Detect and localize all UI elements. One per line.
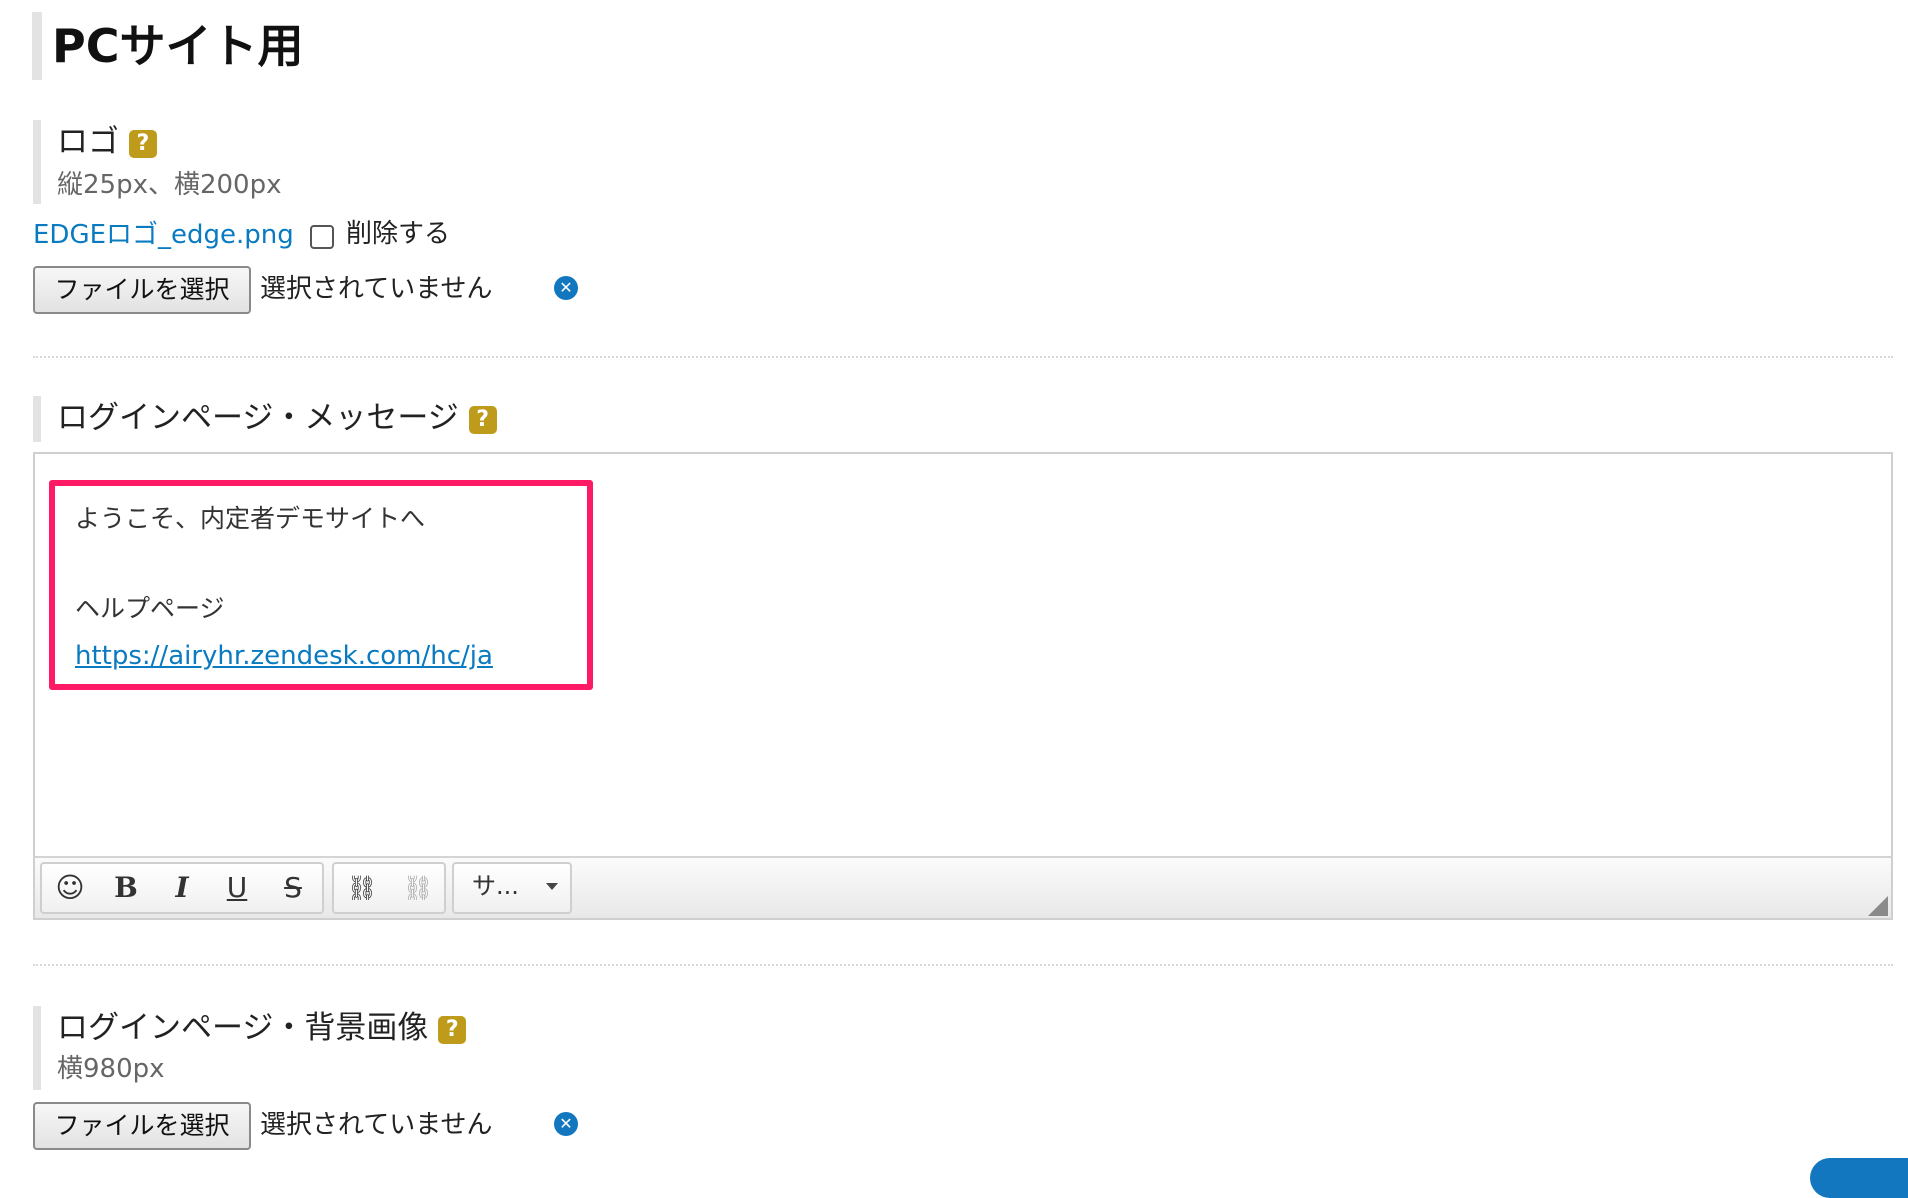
highlight-annotation-box [49,480,593,690]
message-section-heading: ログインページ・メッセージ ? [57,398,497,438]
background-section-title: ログインページ・背景画像 [57,1010,429,1046]
logo-section-heading: ロゴ ? [57,122,157,162]
help-icon[interactable]: ? [438,1015,467,1044]
title-accent-bar [32,12,42,80]
logo-choose-file-button[interactable]: ファイルを選択 [33,266,251,314]
link-icon[interactable]: ⛓ [340,866,384,910]
clear-background-icon[interactable]: ✕ [554,1112,578,1136]
message-section-bar [33,396,41,442]
emoji-icon[interactable]: ☺ [48,866,92,910]
bold-button[interactable]: B [104,866,148,910]
page-title: PCサイト用 [52,19,304,73]
background-choose-file-button[interactable]: ファイルを選択 [33,1102,251,1150]
background-section-heading: ログインページ・背景画像 ? [57,1008,467,1048]
background-size-note: 横980px [57,1054,165,1084]
logo-file-status: 選択されていません [260,274,493,304]
message-section-title: ログインページ・メッセージ [57,400,459,436]
delete-logo-label[interactable]: 削除する [346,217,450,251]
background-file-status: 選択されていません [260,1110,493,1140]
resize-handle-icon[interactable] [1868,896,1888,916]
underline-button[interactable]: U [215,866,259,910]
logo-section-bar [33,120,41,204]
partial-action-button[interactable] [1810,1158,1908,1198]
logo-section-title: ロゴ [57,124,119,160]
unlink-icon[interactable]: ⛓ [396,866,440,910]
help-icon[interactable]: ? [128,129,157,158]
help-icon[interactable]: ? [468,405,497,434]
logo-file-link[interactable]: EDGEロゴ_edge.png [33,218,294,252]
background-section-bar [33,1006,41,1090]
strikethrough-button[interactable]: S [271,866,315,910]
delete-logo-checkbox[interactable] [310,225,334,249]
chevron-down-icon [546,883,558,890]
section-divider [33,964,1893,966]
style-select-label: サ... [472,872,519,900]
section-divider [33,356,1893,358]
clear-logo-icon[interactable]: ✕ [554,276,578,300]
logo-size-note: 縦25px、横200px [57,170,282,200]
italic-button[interactable]: I [160,866,204,910]
